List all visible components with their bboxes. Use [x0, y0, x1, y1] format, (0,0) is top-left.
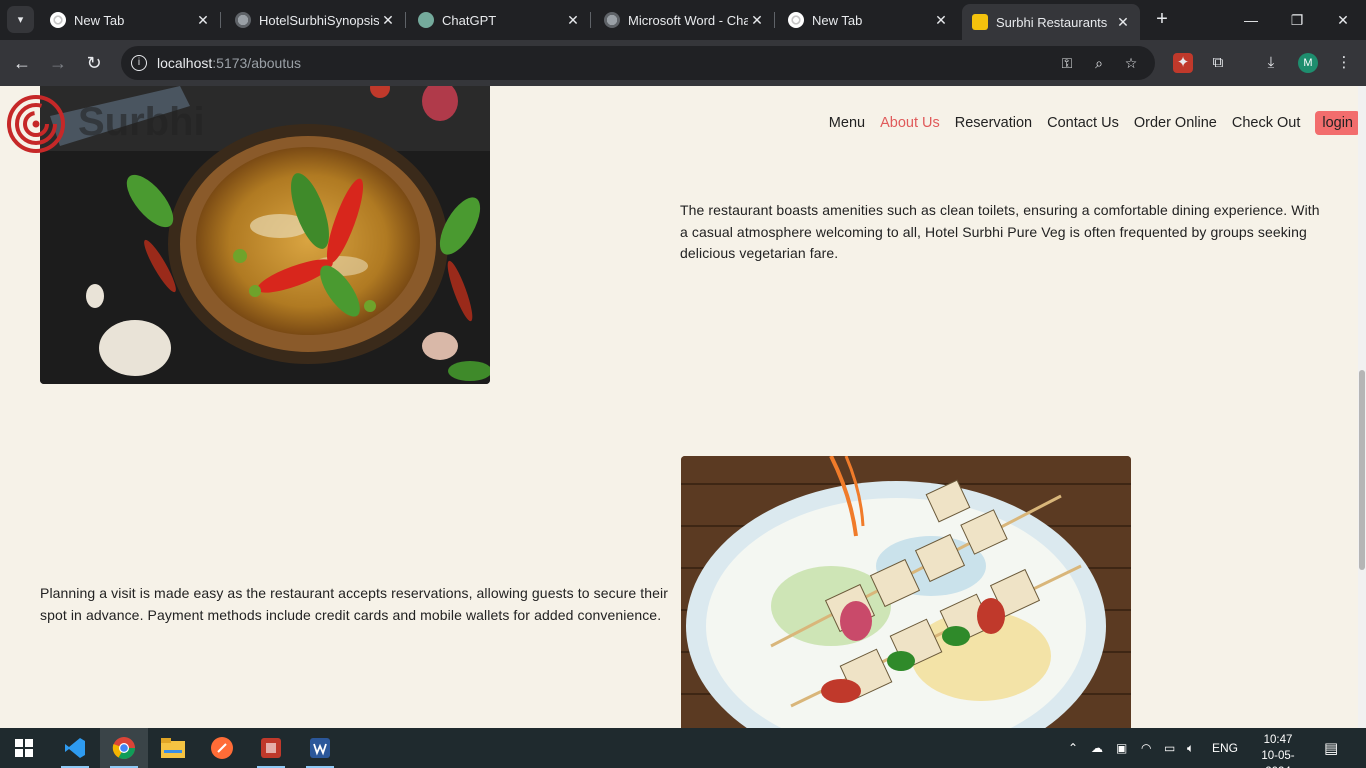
logo-text[interactable]: Surbhi [78, 100, 205, 145]
close-icon[interactable]: ✕ [564, 12, 582, 29]
more-menu-icon[interactable]: ⋮ [1334, 53, 1354, 73]
address-bar[interactable]: i localhost:5173/aboutus ⚿ ⌕ ☆ [121, 46, 1155, 80]
wifi-icon[interactable]: ◠ [1141, 728, 1151, 768]
tab-search-icon[interactable]: ▾ [7, 6, 34, 33]
battery-icon[interactable]: ▭ [1164, 728, 1175, 768]
tab-title: Surbhi Restaurants [996, 14, 1108, 30]
globe-icon [604, 12, 620, 28]
close-window-icon[interactable]: ✕ [1320, 0, 1366, 40]
chrome-icon [788, 12, 804, 28]
tab-title: New Tab [812, 12, 863, 28]
tab-chatgpt[interactable]: ChatGPT ✕ [408, 0, 591, 40]
about-paragraph-reservations: Planning a visit is made easy as the res… [40, 585, 668, 623]
profile-avatar[interactable]: M [1298, 53, 1318, 73]
clock-time: 10:47 [1263, 734, 1293, 746]
tab-separator [405, 12, 406, 28]
red-app-icon[interactable] [247, 728, 295, 768]
minimize-icon[interactable]: — [1228, 0, 1274, 40]
file-explorer-icon[interactable] [149, 728, 197, 768]
about-paragraph-amenities: The restaurant boasts amenities such as … [680, 202, 1320, 261]
windows-start-icon[interactable] [0, 728, 48, 768]
close-icon[interactable]: ✕ [194, 12, 212, 29]
login-button[interactable]: login [1315, 111, 1358, 135]
close-icon[interactable]: ✕ [932, 12, 950, 29]
forward-icon[interactable]: → [45, 50, 71, 76]
page-scrollbar[interactable] [1358, 86, 1366, 728]
nav-contact-us[interactable]: Contact Us [1047, 115, 1119, 131]
new-tab-icon[interactable]: + [1150, 8, 1174, 32]
tab-title: New Tab [74, 12, 125, 28]
tab-new-tab-2[interactable]: New Tab ✕ [778, 0, 958, 40]
bookmark-star-icon[interactable]: ☆ [1122, 54, 1140, 72]
tab-hotel-synopsis[interactable]: HotelSurbhiSynopsis.p ✕ [225, 0, 406, 40]
site-navbar: Surbhi Menu About Us Reservation Contact… [0, 86, 1358, 161]
key-icon[interactable]: ⚿ [1058, 54, 1076, 72]
chatgpt-icon [418, 12, 434, 28]
back-icon[interactable]: ← [9, 50, 35, 76]
tab-title: Microsoft Word - Cha [628, 12, 748, 28]
close-icon[interactable]: ✕ [1114, 14, 1132, 31]
windows-taskbar: ⌃ ☁ ▣ ◠ ▭ 🔈︎ ENG 10:47 10-05-2024 ▤ [0, 728, 1366, 768]
scrollbar-thumb[interactable] [1359, 370, 1365, 570]
onedrive-icon[interactable]: ☁ [1091, 728, 1103, 768]
nav-links: Menu About Us Reservation Contact Us Ord… [829, 111, 1358, 135]
site-info-icon[interactable]: i [131, 55, 147, 71]
tab-title: ChatGPT [442, 12, 497, 28]
nav-about-us[interactable]: About Us [880, 115, 940, 131]
show-hidden-icons[interactable]: ⌃ [1068, 728, 1078, 768]
tab-new-tab-1[interactable]: New Tab ✕ [40, 0, 221, 40]
nav-order-online[interactable]: Order Online [1134, 115, 1217, 131]
nav-reservation[interactable]: Reservation [955, 115, 1032, 131]
extensions-puzzle-icon[interactable]: ⧉ [1208, 53, 1228, 73]
url-text[interactable]: localhost:5173/aboutus [157, 55, 301, 71]
tab-separator [774, 12, 775, 28]
restore-icon[interactable]: ❐ [1274, 0, 1320, 40]
nav-menu[interactable]: Menu [829, 115, 865, 131]
tab-microsoft-word[interactable]: Microsoft Word - Cha ✕ [594, 0, 775, 40]
tab-separator [220, 12, 221, 28]
system-clock[interactable]: 10:47 10-05-2024 [1252, 732, 1304, 768]
nav-check-out[interactable]: Check Out [1232, 115, 1301, 131]
surbhi-icon [972, 14, 988, 30]
notifications-icon[interactable]: ▤ [1324, 728, 1338, 768]
chrome-icon [50, 12, 66, 28]
language-indicator[interactable]: ENG [1212, 728, 1238, 768]
browser-toolbar: ← → ↻ i localhost:5173/aboutus ⚿ ⌕ ☆ ✦ ⧉… [0, 40, 1366, 86]
surbhi-logo-icon[interactable] [6, 94, 66, 154]
paneer-tikka-image [681, 456, 1131, 728]
tab-title: HotelSurbhiSynopsis.p [259, 12, 379, 28]
close-icon[interactable]: ✕ [379, 12, 397, 29]
vscode-icon[interactable] [51, 728, 99, 768]
zoom-icon[interactable]: ⌕ [1090, 54, 1108, 72]
camera-icon[interactable]: ▣ [1116, 728, 1127, 768]
blue-app-icon[interactable] [296, 728, 344, 768]
globe-icon [235, 12, 251, 28]
reload-icon[interactable]: ↻ [81, 50, 107, 76]
clock-date: 10-05-2024 [1261, 750, 1295, 768]
chrome-taskbar-icon[interactable] [100, 728, 148, 768]
close-icon[interactable]: ✕ [748, 12, 766, 29]
page-content: The restaurant boasts amenities such as … [0, 86, 1358, 728]
postman-icon[interactable] [198, 728, 246, 768]
url-host: localhost [157, 55, 213, 71]
download-icon[interactable]: ⤓ [1261, 53, 1281, 73]
tab-surbhi-restaurants[interactable]: Surbhi Restaurants ✕ [962, 4, 1140, 40]
volume-icon[interactable]: 🔈︎ [1187, 728, 1194, 768]
browser-tab-bar: ▾ New Tab ✕ HotelSurbhiSynopsis.p ✕ Chat… [0, 0, 1366, 40]
tab-separator [590, 12, 591, 28]
url-path: :5173/aboutus [212, 55, 302, 71]
extension-red-icon[interactable]: ✦ [1173, 53, 1193, 73]
